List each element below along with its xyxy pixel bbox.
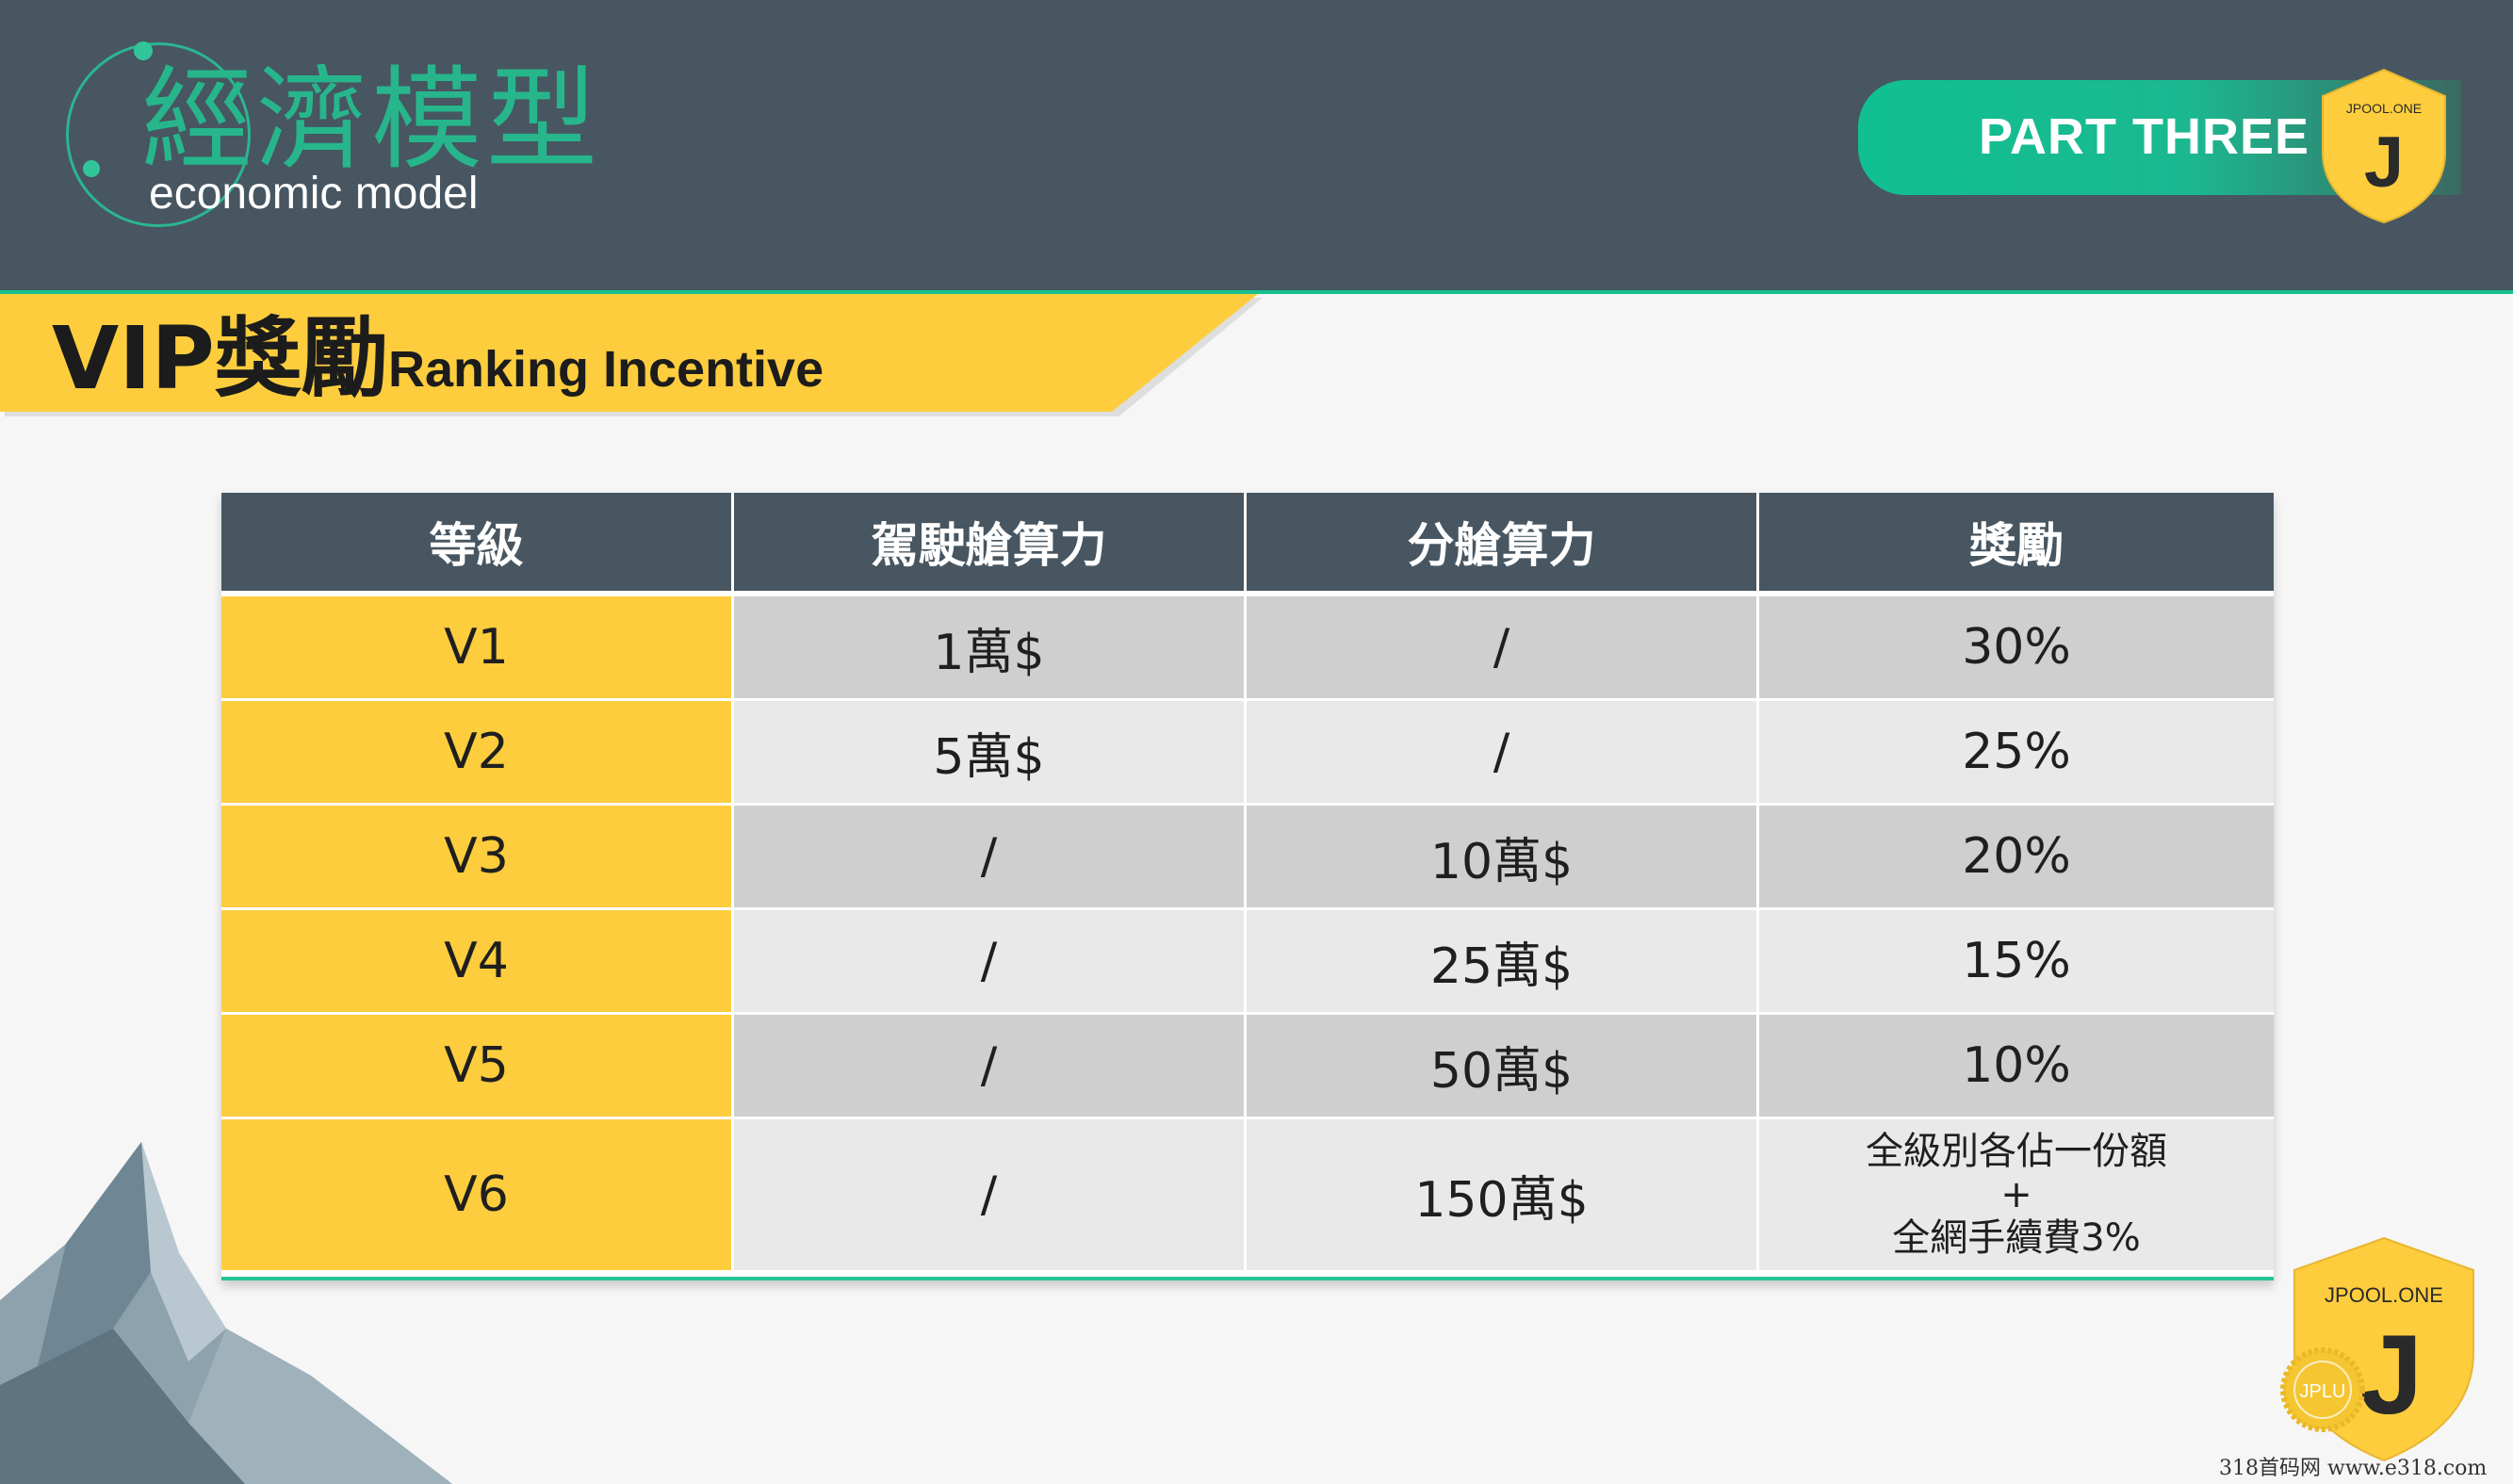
section-title-chinese: 經濟模型 xyxy=(141,55,602,185)
logo-dot-icon xyxy=(83,160,100,177)
cabin-cell: 150萬$ xyxy=(1247,1119,1759,1273)
reward-line: 全級別各佔一份額 xyxy=(1866,1130,2167,1173)
level-cell: V5 xyxy=(221,1015,734,1119)
table-row: V4 / 25萬$ 15% xyxy=(221,910,2274,1015)
footer-badge-text: JPOOL.ONE xyxy=(2325,1283,2443,1307)
column-header-reward: 獎勵 xyxy=(1759,493,2274,596)
cabin-cell: 50萬$ xyxy=(1247,1015,1759,1119)
cabin-cell: / xyxy=(1247,701,1759,806)
cabin-cell: 25萬$ xyxy=(1247,910,1759,1015)
reward-cell: 30% xyxy=(1759,596,2274,701)
table-row: V2 5萬$ / 25% xyxy=(221,701,2274,806)
reward-line: 全網手續費3% xyxy=(1892,1216,2141,1260)
vip-reward-table: 等級 駕駛艙算力 分艙算力 獎勵 V1 1萬$ / 30% V2 5萬$ / 2… xyxy=(221,493,2274,1280)
vip-reward-subtitle: Ranking Incentive xyxy=(388,341,824,398)
cockpit-cell: / xyxy=(734,910,1247,1015)
level-cell: V6 xyxy=(221,1119,734,1273)
column-header-cabin-power: 分艙算力 xyxy=(1247,493,1759,596)
cockpit-cell: 1萬$ xyxy=(734,596,1247,701)
section-title-english: economic model xyxy=(149,169,479,219)
table-row: V3 / 10萬$ 20% xyxy=(221,806,2274,910)
seal-text: JPLU xyxy=(2300,1381,2346,1402)
level-cell: V3 xyxy=(221,806,734,910)
reward-cell: 20% xyxy=(1759,806,2274,910)
cockpit-cell: / xyxy=(734,806,1247,910)
reward-cell: 10% xyxy=(1759,1015,2274,1119)
level-cell: V2 xyxy=(221,701,734,806)
footer-badge-letter: J xyxy=(2360,1312,2423,1438)
cabin-cell: / xyxy=(1247,596,1759,701)
level-cell: V4 xyxy=(221,910,734,1015)
jpool-shield-icon: JPOOL.ONE J xyxy=(2322,68,2446,224)
reward-line: + xyxy=(2000,1173,2032,1216)
cockpit-cell: / xyxy=(734,1119,1247,1273)
table-row: V6 / 150萬$ 全級別各佔一份額 + 全網手續費3% xyxy=(221,1119,2274,1273)
watermark: 318首码网 www.e318.com xyxy=(2219,1457,2488,1480)
cockpit-cell: 5萬$ xyxy=(734,701,1247,806)
table-row: V5 / 50萬$ 10% xyxy=(221,1015,2274,1119)
badge-letter: J xyxy=(2364,122,2404,203)
vip-reward-title: VIP獎勵 xyxy=(52,308,388,409)
part-label: PART THREE xyxy=(1979,108,2310,165)
reward-cell: 全級別各佔一份額 + 全網手續費3% xyxy=(1759,1119,2274,1273)
table-row: V1 1萬$ / 30% xyxy=(221,596,2274,701)
column-header-cockpit-power: 駕駛艙算力 xyxy=(734,493,1247,596)
reward-cell: 15% xyxy=(1759,910,2274,1015)
cabin-cell: 10萬$ xyxy=(1247,806,1759,910)
column-header-level: 等級 xyxy=(221,493,734,596)
reward-cell: 25% xyxy=(1759,701,2274,806)
level-cell: V1 xyxy=(221,596,734,701)
table-header-row: 等級 駕駛艙算力 分艙算力 獎勵 xyxy=(221,493,2274,596)
badge-text: JPOOL.ONE xyxy=(2346,101,2422,116)
jpool-logo-badge-icon: JPOOL.ONE J JPLU xyxy=(2280,1236,2474,1462)
cockpit-cell: / xyxy=(734,1015,1247,1119)
